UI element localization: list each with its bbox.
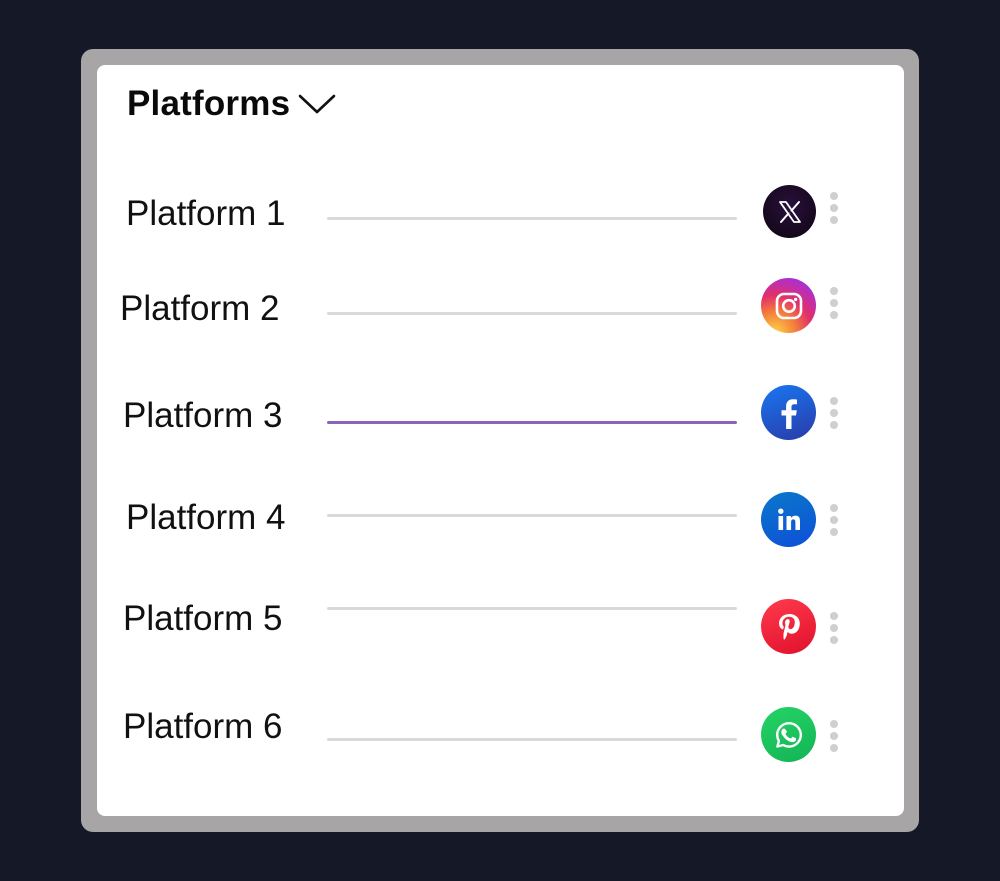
platform-connector-line	[327, 607, 737, 610]
platform-row-6[interactable]: Platform 6	[0, 703, 1000, 763]
x-twitter-icon[interactable]	[763, 185, 816, 238]
pinterest-icon[interactable]	[761, 599, 816, 654]
row-menu-kebab-icon[interactable]	[827, 612, 841, 646]
platform-row-2[interactable]: Platform 2	[0, 275, 1000, 335]
facebook-icon[interactable]	[761, 385, 816, 440]
platform-row-1[interactable]: Platform 1	[0, 180, 1000, 240]
platforms-dropdown-toggle[interactable]: Platforms	[127, 80, 336, 128]
platform-label: Platform 2	[120, 289, 280, 328]
platform-row-5[interactable]: Platform 5	[0, 595, 1000, 655]
whatsapp-icon[interactable]	[761, 707, 816, 762]
chevron-down-icon	[298, 92, 336, 116]
platform-connector-line	[327, 312, 737, 315]
platform-connector-line	[327, 514, 737, 517]
platform-label: Platform 6	[123, 707, 283, 746]
linkedin-icon[interactable]	[761, 492, 816, 547]
row-menu-kebab-icon[interactable]	[827, 287, 841, 321]
instagram-icon[interactable]	[761, 278, 816, 333]
platform-label: Platform 5	[123, 599, 283, 638]
platform-row-3[interactable]: Platform 3	[0, 382, 1000, 442]
platform-connector-line	[327, 217, 737, 220]
row-menu-kebab-icon[interactable]	[827, 504, 841, 538]
row-menu-kebab-icon[interactable]	[827, 397, 841, 431]
platform-label: Platform 3	[123, 396, 283, 435]
platform-row-4[interactable]: Platform 4	[0, 490, 1000, 550]
platform-label: Platform 1	[126, 194, 286, 233]
platform-connector-line	[327, 738, 737, 741]
row-menu-kebab-icon[interactable]	[827, 192, 841, 226]
row-menu-kebab-icon[interactable]	[827, 720, 841, 754]
platform-connector-line-active	[327, 421, 737, 424]
panel-title: Platforms	[127, 84, 291, 123]
platform-label: Platform 4	[126, 498, 286, 537]
